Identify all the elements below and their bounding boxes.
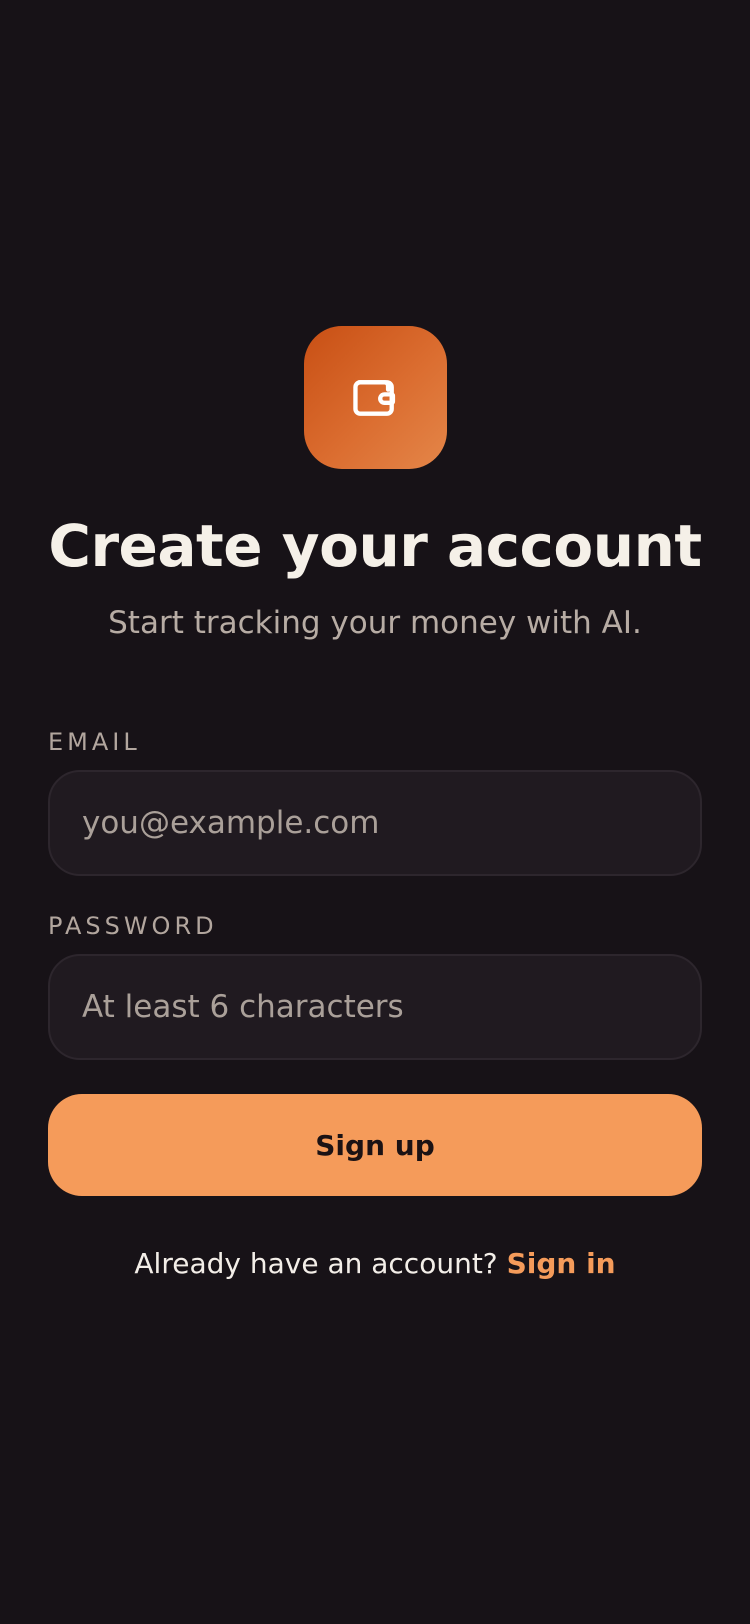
password-label: PASSWORD [48, 912, 218, 940]
page-subtitle: Start tracking your money with AI. [108, 605, 642, 641]
email-input[interactable] [50, 772, 700, 874]
sign-in-prompt-text: Already have an account? [134, 1247, 498, 1280]
sign-in-prompt: Already have an account? Sign in [0, 1244, 750, 1284]
email-field-container[interactable] [48, 770, 702, 876]
wallet-icon [352, 379, 395, 416]
page-title: Create your account [48, 512, 702, 580]
email-label: EMAIL [48, 728, 141, 756]
app-logo [304, 326, 447, 469]
signup-screen: Create your account Start tracking your … [0, 0, 750, 1624]
password-input[interactable] [50, 956, 700, 1058]
sign-up-button[interactable]: Sign up [48, 1094, 702, 1196]
sign-in-link[interactable]: Sign in [507, 1247, 616, 1280]
password-field-container[interactable] [48, 954, 702, 1060]
